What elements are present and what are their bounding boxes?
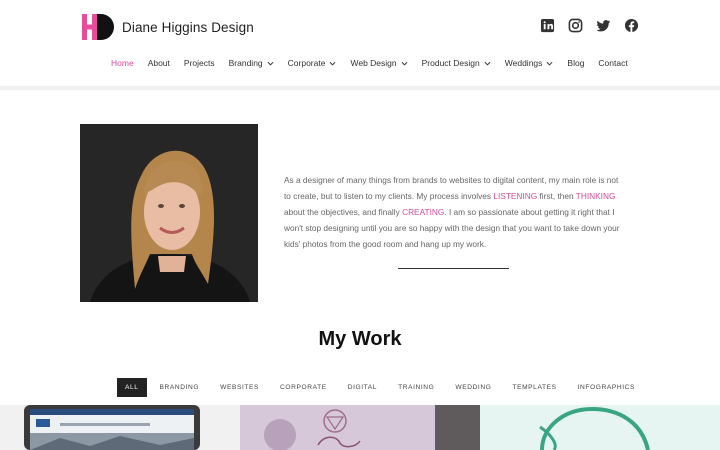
twitter-icon[interactable] xyxy=(596,18,611,33)
portfolio-item-logo[interactable] xyxy=(480,405,720,450)
filter-corporate[interactable]: CORPORATE xyxy=(280,378,327,397)
nav-item-contact[interactable]: Contact xyxy=(598,58,627,68)
filter-templates[interactable]: TEMPLATES xyxy=(512,378,556,397)
filter-training[interactable]: TRAINING xyxy=(398,378,434,397)
main-nav: Home About Projects Branding Corporate W… xyxy=(111,58,642,68)
bio-divider xyxy=(398,268,509,269)
filter-digital[interactable]: DIGITAL xyxy=(348,378,377,397)
nav-item-web-design[interactable]: Web Design xyxy=(350,58,408,68)
chevron-down-icon xyxy=(401,61,408,66)
filter-wedding[interactable]: WEDDING xyxy=(455,378,491,397)
nav-item-weddings[interactable]: Weddings xyxy=(505,58,554,68)
portfolio-item-website[interactable] xyxy=(0,405,240,450)
portfolio-filters: ALL BRANDING WEBSITES CORPORATE DIGITAL … xyxy=(117,378,656,397)
nav-item-projects[interactable]: Projects xyxy=(184,58,215,68)
chevron-down-icon xyxy=(267,61,274,66)
filter-branding[interactable]: BRANDING xyxy=(160,378,200,397)
bio-text: As a designer of many things from brands… xyxy=(284,175,620,249)
logo-mark-icon xyxy=(82,14,116,40)
portfolio-item-brochure[interactable] xyxy=(240,405,480,450)
linkedin-icon[interactable] xyxy=(540,18,555,33)
chevron-down-icon xyxy=(329,61,336,66)
site-header: Diane Higgins Design Home About Projects… xyxy=(0,0,720,86)
social-links xyxy=(540,18,639,33)
nav-item-product-design[interactable]: Product Design xyxy=(422,58,491,68)
nav-item-branding[interactable]: Branding xyxy=(229,58,274,68)
nav-item-corporate[interactable]: Corporate xyxy=(288,58,337,68)
header-divider xyxy=(0,86,720,90)
nav-item-about[interactable]: About xyxy=(148,58,170,68)
filter-infographics[interactable]: INFOGRAPHICS xyxy=(578,378,635,397)
filter-websites[interactable]: WEBSITES xyxy=(220,378,259,397)
logo[interactable]: Diane Higgins Design xyxy=(82,14,254,40)
facebook-icon[interactable] xyxy=(624,18,639,33)
portrait-photo xyxy=(80,124,258,302)
nav-item-blog[interactable]: Blog xyxy=(567,58,584,68)
chevron-down-icon xyxy=(546,61,553,66)
portfolio-grid xyxy=(0,405,720,450)
filter-all[interactable]: ALL xyxy=(117,378,147,397)
section-title: My Work xyxy=(318,328,402,350)
instagram-icon[interactable] xyxy=(568,18,583,33)
brand-name: Diane Higgins Design xyxy=(122,19,254,35)
chevron-down-icon xyxy=(484,61,491,66)
nav-item-home[interactable]: Home xyxy=(111,58,134,68)
